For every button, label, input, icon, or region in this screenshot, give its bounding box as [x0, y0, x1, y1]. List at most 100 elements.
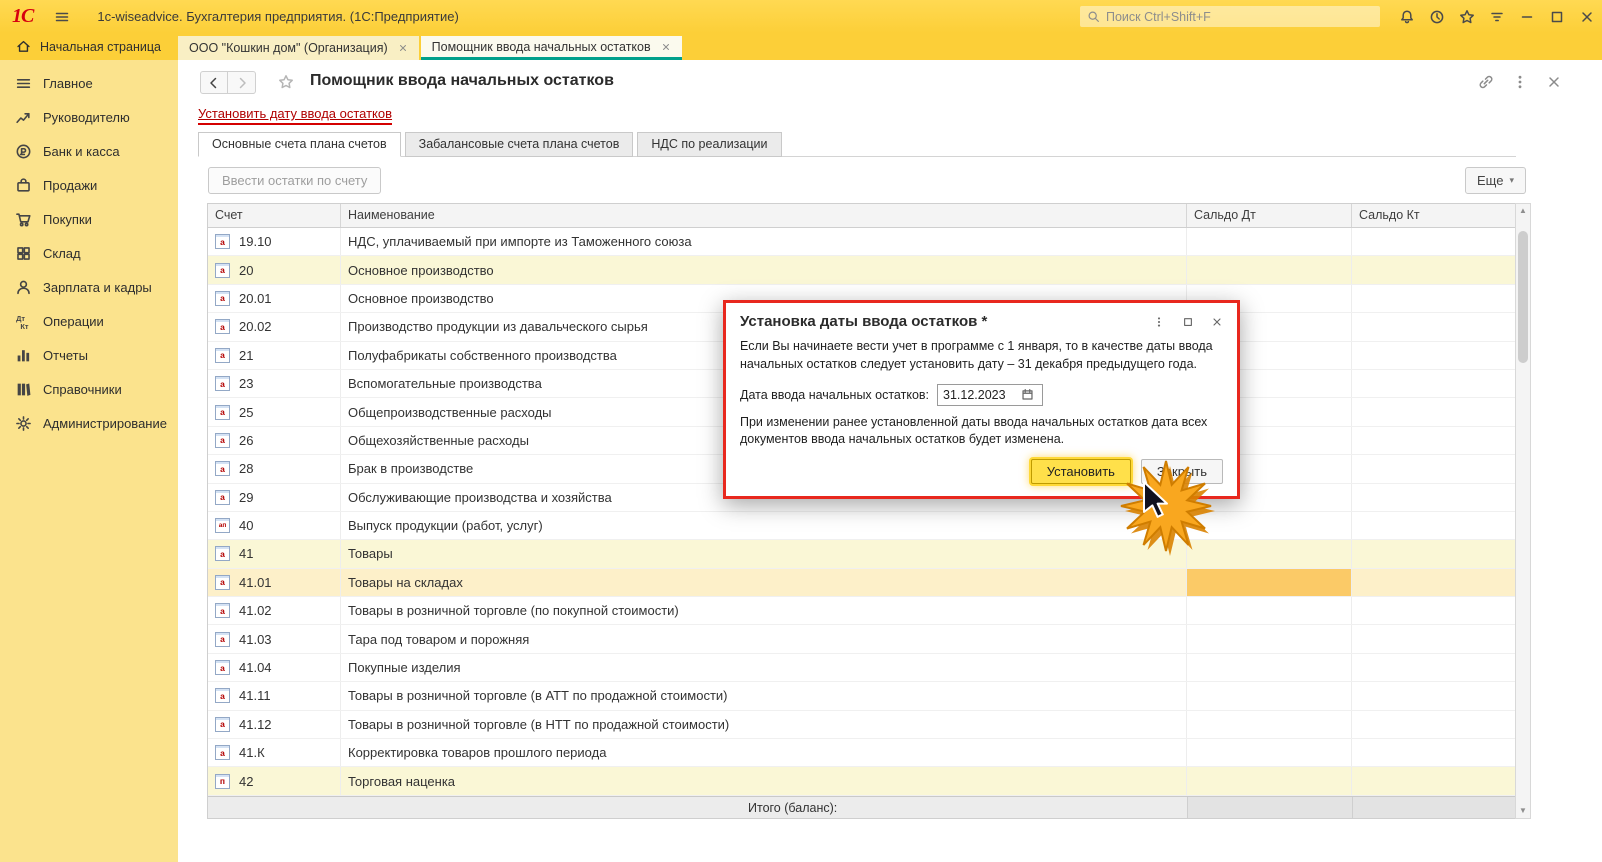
- table-row[interactable]: а 41.01 Товары на складах: [208, 568, 1515, 598]
- gear-icon: [15, 415, 32, 432]
- account-code: 41.02: [239, 603, 272, 619]
- maximize-window-button[interactable]: [1542, 0, 1572, 33]
- scroll-up-arrow[interactable]: ▲: [1519, 204, 1527, 218]
- sidebar-item-administrirovanie[interactable]: Администрирование: [0, 406, 178, 440]
- table-row[interactable]: а 41.12 Товары в розничной торговле (в НТТ…: [208, 710, 1515, 740]
- enter-balances-button[interactable]: Ввести остатки по счету: [208, 167, 382, 194]
- page-more-button[interactable]: [1512, 74, 1528, 90]
- forward-button[interactable]: [228, 71, 256, 94]
- close-icon: [1546, 74, 1562, 90]
- account-type-icon: а: [215, 262, 230, 278]
- cell-saldo-kt: [1352, 484, 1515, 511]
- table-row[interactable]: а 41.03 Тара под товаром и порожняя: [208, 625, 1515, 654]
- close-page-button[interactable]: [1546, 74, 1562, 90]
- sidebar-item-spravochniki[interactable]: Справочники: [0, 372, 178, 406]
- cell-account-code: а 20.01: [208, 284, 341, 313]
- cell-saldo-kt: [1352, 398, 1515, 425]
- table-row[interactable]: а 41.11 Товары в розничной торговле (в АТТ…: [208, 682, 1515, 711]
- account-type-icon: а: [215, 546, 230, 562]
- sidebar-item-otchety[interactable]: Отчеты: [0, 338, 178, 372]
- table-row[interactable]: а 41.02 Товары в розничной торговле (по по…: [208, 597, 1515, 626]
- back-button[interactable]: [200, 71, 228, 94]
- table-header-row: Счет Наименование Сальдо Дт Сальдо Кт: [208, 204, 1515, 228]
- column-header-name[interactable]: Наименование: [341, 204, 1187, 227]
- more-button[interactable]: Еще ▾: [1465, 167, 1526, 194]
- date-input[interactable]: [937, 383, 1044, 406]
- cell-account-code: а 41.02: [208, 597, 341, 625]
- account-code: 21: [239, 347, 254, 363]
- person-icon: [15, 279, 32, 296]
- global-search-input[interactable]: Поиск Ctrl+Shift+F: [1080, 6, 1380, 27]
- content-tab[interactable]: Основные счета плана счетов: [198, 132, 401, 157]
- account-code: 41.К: [239, 745, 265, 761]
- account-code: 19.10: [239, 234, 272, 250]
- close-button[interactable]: Закрыть: [1140, 459, 1223, 484]
- table-row[interactable]: а 20 Основное производство: [208, 256, 1515, 285]
- sidebar-item-glavnoe[interactable]: Главное: [0, 66, 178, 100]
- close-window-button[interactable]: [1572, 0, 1602, 33]
- column-header-account[interactable]: Счет: [208, 204, 341, 227]
- dialog-close-button[interactable]: [1211, 316, 1223, 328]
- cell-saldo-dt: [1187, 568, 1352, 597]
- sidebar-item-zarplata-i-kadry[interactable]: Зарплата и кадры: [0, 270, 178, 304]
- cell-saldo-kt: [1352, 512, 1515, 539]
- search-placeholder: Поиск Ctrl+Shift+F: [1106, 9, 1211, 24]
- set-date-link[interactable]: Установить дату ввода остатков: [198, 106, 393, 125]
- sidebar-item-sklad[interactable]: Склад: [0, 236, 178, 270]
- back-arrow-icon: [206, 75, 222, 91]
- funnel-icon: [1489, 9, 1505, 25]
- history-button[interactable]: [1422, 0, 1452, 33]
- cell-saldo-kt: [1352, 767, 1515, 794]
- cell-account-code: а 41.12: [208, 710, 341, 739]
- content-tab[interactable]: Забалансовые счета плана счетов: [404, 132, 634, 157]
- date-row: Дата ввода начальных остатков:: [740, 383, 1223, 406]
- table-row[interactable]: а 41.К Корректировка товаров прошлого пери…: [208, 739, 1515, 768]
- scroll-thumb[interactable]: [1518, 231, 1528, 363]
- window-tab[interactable]: Помощник ввода начальных остатков: [420, 36, 682, 60]
- main-menu-button[interactable]: [47, 0, 77, 33]
- close-tab-icon[interactable]: [661, 42, 671, 52]
- get-link-button[interactable]: [1478, 74, 1494, 90]
- svg-text:Кт: Кт: [20, 321, 29, 329]
- app-title: 1c-wiseadvice. Бухгалтерия предприятия. …: [97, 9, 459, 24]
- account-type-icon: а: [215, 688, 230, 704]
- sidebar-item-prodazhi[interactable]: Продажи: [0, 168, 178, 202]
- notifications-button[interactable]: [1392, 0, 1422, 33]
- table-row[interactable]: а 41 Товары: [208, 540, 1515, 569]
- column-header-saldo-dt[interactable]: Сальдо Дт: [1187, 204, 1352, 227]
- home-tab[interactable]: Начальная страница: [0, 33, 178, 60]
- scroll-down-arrow[interactable]: ▼: [1519, 804, 1527, 818]
- sidebar-item-operacii[interactable]: Дт Кт Операции: [0, 304, 178, 338]
- favorites-button[interactable]: [1452, 0, 1482, 33]
- content-tab[interactable]: НДС по реализации: [637, 132, 782, 157]
- column-header-saldo-kt[interactable]: Сальдо Кт: [1352, 204, 1515, 227]
- minimize-window-button[interactable]: [1512, 0, 1542, 33]
- star-icon: [1459, 9, 1475, 25]
- vertical-scrollbar[interactable]: ▲ ▼: [1515, 203, 1531, 819]
- add-to-favorites-button[interactable]: [278, 74, 294, 90]
- dialog-header-icons: [1153, 316, 1223, 328]
- dialog-maximize-button[interactable]: [1182, 316, 1194, 328]
- service-menu-button[interactable]: [1482, 0, 1512, 33]
- table-row[interactable]: а 19.10 НДС, уплачиваемый при импорте из Т…: [208, 228, 1515, 257]
- table-row[interactable]: п 42 Торговая наценка: [208, 767, 1515, 796]
- table-row[interactable]: а 41.04 Покупные изделия: [208, 653, 1515, 683]
- close-icon: [1579, 9, 1595, 25]
- set-button[interactable]: Установить: [1030, 459, 1131, 484]
- table-row[interactable]: ап 40 Выпуск продукции (работ, услуг): [208, 511, 1515, 541]
- account-type-icon: а: [215, 234, 230, 250]
- sidebar-item-rukovoditelyu[interactable]: Руководителю: [0, 100, 178, 134]
- account-type-icon: а: [215, 489, 230, 505]
- close-tab-icon[interactable]: [398, 43, 408, 53]
- account-code: 25: [239, 404, 254, 420]
- dialog-menu-button[interactable]: [1153, 316, 1165, 328]
- calendar-button[interactable]: [1016, 385, 1038, 405]
- date-field[interactable]: [938, 387, 1017, 402]
- cell-saldo-kt: [1352, 597, 1515, 624]
- cell-account-name: Корректировка товаров прошлого периода: [341, 739, 1187, 767]
- sidebar-item-pokupki[interactable]: Покупки: [0, 202, 178, 236]
- bell-icon: [1399, 9, 1415, 25]
- sidebar-item-label: Банк и касса: [43, 143, 120, 159]
- sidebar-item-bank-i-kassa[interactable]: Банк и касса: [0, 134, 178, 168]
- window-tab[interactable]: ООО "Кошкин дом" (Организация): [178, 36, 419, 60]
